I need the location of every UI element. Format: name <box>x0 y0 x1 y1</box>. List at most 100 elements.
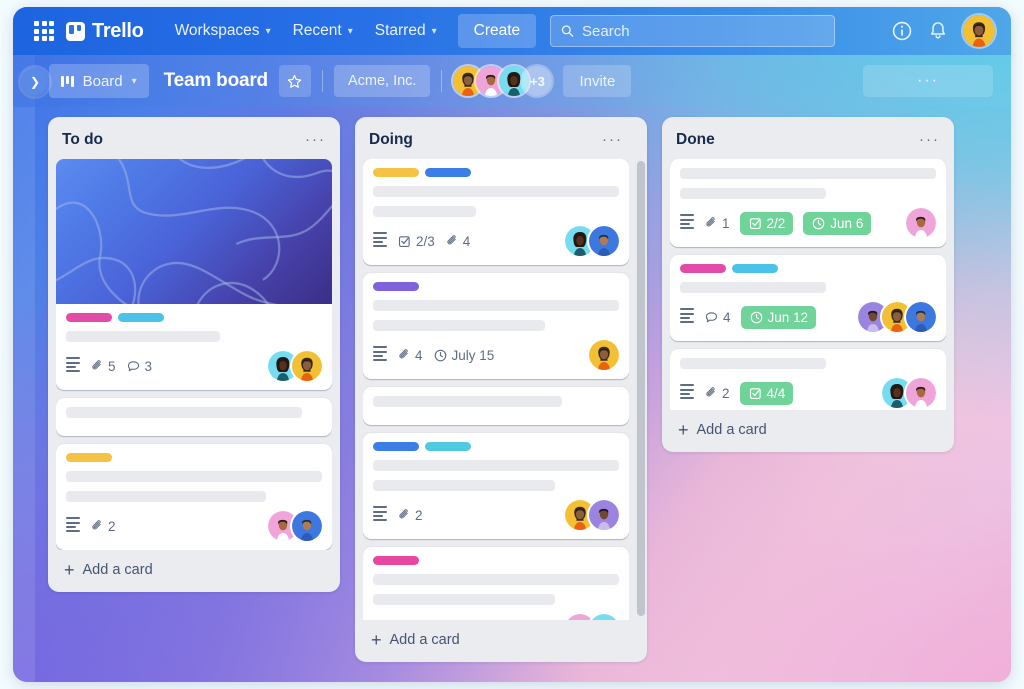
card[interactable]: 53 <box>56 159 332 390</box>
board-view-switcher[interactable]: Board ▾ <box>49 64 149 98</box>
search-box[interactable] <box>550 15 836 47</box>
badge-description <box>66 357 80 375</box>
card-label[interactable] <box>66 453 112 462</box>
due-date-icon <box>750 311 762 323</box>
card-members <box>589 340 619 370</box>
badge-due-date: July 15 <box>433 348 494 363</box>
card[interactable]: 2 4/4 <box>670 349 946 410</box>
card-title-placeholder <box>680 188 826 199</box>
description-icon <box>373 232 387 250</box>
card[interactable]: 1 2/2 Jun 6 <box>670 159 946 247</box>
add-card-button[interactable]: + Add a card <box>56 550 332 586</box>
star-board-button[interactable] <box>278 65 311 97</box>
card-members <box>858 302 936 332</box>
avatar[interactable] <box>589 340 619 370</box>
card-label[interactable] <box>373 442 419 451</box>
user-avatar[interactable] <box>963 15 995 47</box>
badge-value: 4 <box>723 309 731 325</box>
list-title: Doing <box>369 131 413 148</box>
card-labels <box>373 556 619 565</box>
chevron-down-icon: ▾ <box>265 25 271 37</box>
apps-grid-icon[interactable] <box>34 21 54 41</box>
search-input[interactable] <box>582 22 825 40</box>
avatar[interactable] <box>906 302 936 332</box>
nav-item-recent[interactable]: Recent ▾ <box>282 15 364 47</box>
badge-comment: 4 <box>704 310 731 325</box>
add-card-button[interactable]: + Add a card <box>363 620 629 656</box>
nav-item-starred[interactable]: Starred ▾ <box>364 15 448 47</box>
workspace-chip[interactable]: Acme, Inc. <box>333 65 431 97</box>
card-list: 53 2 <box>56 159 332 550</box>
card[interactable]: 4 Jun 12 <box>670 255 946 341</box>
trello-logo[interactable]: Trello <box>66 20 144 43</box>
attachment-icon <box>92 360 101 370</box>
extra-members-count[interactable]: +3 <box>522 66 553 96</box>
avatar[interactable] <box>589 500 619 530</box>
avatar[interactable] <box>292 351 322 381</box>
list-title: Done <box>676 131 715 148</box>
avatar[interactable] <box>589 226 619 256</box>
badge-due-date-complete: Jun 12 <box>740 305 817 329</box>
avatar[interactable] <box>906 208 936 238</box>
add-card-button[interactable]: + Add a card <box>670 410 946 446</box>
list-menu-button[interactable]: ··· <box>305 132 326 147</box>
attachment-icon <box>92 520 101 530</box>
list-header: To do ··· <box>56 125 332 159</box>
card-title-placeholder <box>680 168 936 179</box>
comment-icon <box>705 311 718 322</box>
card[interactable]: 2 <box>56 444 332 550</box>
list-menu-button[interactable]: ··· <box>919 132 940 147</box>
card-labels <box>373 442 619 451</box>
card-label[interactable] <box>425 168 471 177</box>
notification-bell-icon[interactable] <box>927 20 949 42</box>
scrollbar-thumb[interactable] <box>637 161 645 616</box>
card-label[interactable] <box>373 282 419 291</box>
list-column: Done ··· 1 2/2 Jun 6 4 Jun 12 2 4/4 + Add a card <box>662 117 954 452</box>
badge-value: 4/4 <box>766 385 786 401</box>
card-title-placeholder <box>66 331 220 342</box>
search-icon <box>561 25 574 37</box>
chevron-down-icon: ▾ <box>347 25 353 37</box>
card-label[interactable] <box>425 442 471 451</box>
card-badges: 4 Jun 12 <box>680 302 936 332</box>
card-label[interactable] <box>373 168 419 177</box>
card[interactable]: 44 <box>363 547 629 620</box>
add-card-label: Add a card <box>696 422 767 438</box>
card[interactable] <box>56 398 332 436</box>
nav-item-label: Starred <box>374 22 426 39</box>
info-circle-icon[interactable] <box>891 20 913 42</box>
nav-item-label: Recent <box>292 22 342 39</box>
list-scrollbar[interactable] <box>637 161 645 616</box>
avatar[interactable] <box>906 378 936 408</box>
badge-value: 5 <box>108 358 116 374</box>
card-label[interactable] <box>680 264 726 273</box>
card-label[interactable] <box>732 264 778 273</box>
board-view-icon <box>61 75 74 87</box>
checklist-icon <box>749 217 761 229</box>
card-label[interactable] <box>373 556 419 565</box>
card[interactable] <box>363 387 629 425</box>
badge-attachment: 2 <box>397 508 423 523</box>
card[interactable]: 2/3 4 <box>363 159 629 265</box>
attachment-icon <box>447 235 456 245</box>
description-icon <box>680 214 694 232</box>
board-menu-button[interactable]: ··· <box>863 65 993 97</box>
card-label[interactable] <box>66 313 112 322</box>
nav-item-workspaces[interactable]: Workspaces ▾ <box>164 15 282 47</box>
card-labels <box>373 168 619 177</box>
card-label[interactable] <box>118 313 164 322</box>
invite-button[interactable]: Invite <box>563 65 632 97</box>
card[interactable]: 4 July 15 <box>363 273 629 379</box>
card[interactable]: 2 <box>363 433 629 539</box>
chevron-down-icon: ▾ <box>431 25 437 37</box>
comment-icon <box>127 360 139 371</box>
list-menu-button[interactable]: ··· <box>602 132 623 147</box>
sidebar-expand-toggle[interactable]: ❯ <box>22 69 48 95</box>
badge-value: 2/3 <box>416 233 435 249</box>
badge-checklist: 2/3 <box>397 234 435 249</box>
create-button[interactable]: Create <box>457 14 537 48</box>
avatar[interactable] <box>292 511 322 541</box>
board-header-bar: Board ▾ Team board Acme, Inc. +3 Invite … <box>13 55 1011 107</box>
list-column: To do ··· 5 3 2 + Add a card <box>48 117 340 592</box>
card-title-placeholder <box>66 407 302 418</box>
